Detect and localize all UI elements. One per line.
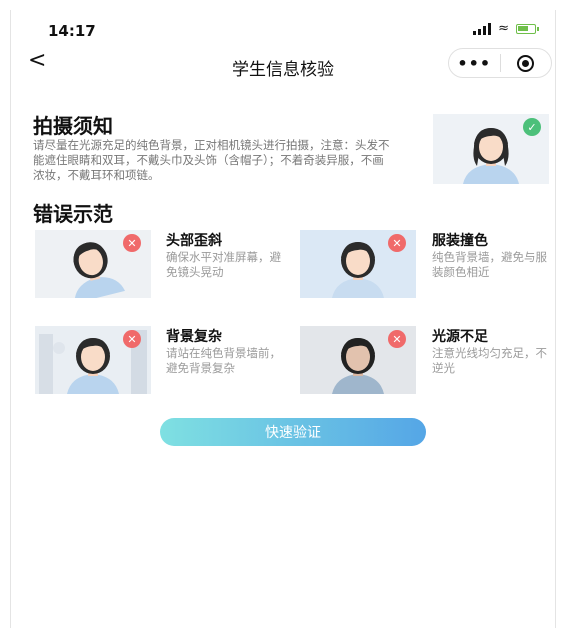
error-icon: ✕ bbox=[388, 234, 406, 252]
more-button[interactable]: ••• bbox=[449, 54, 500, 73]
signal-icon bbox=[473, 22, 492, 35]
status-time: 14:17 bbox=[48, 22, 96, 40]
notice-text: 请尽量在光源充足的纯色背景，正对相机镜头进行拍摄，注意：头发不能遮住眼睛和双耳，… bbox=[33, 138, 390, 182]
check-icon: ✓ bbox=[523, 118, 541, 136]
error-photo-clothing: ✕ bbox=[300, 230, 416, 298]
error-photo-background: ✕ bbox=[35, 326, 151, 394]
error-title-lighting: 光源不足 bbox=[432, 329, 488, 345]
error-desc-clothing: 纯色背景墙，避免与服装颜色相近 bbox=[432, 250, 547, 279]
close-button[interactable] bbox=[501, 54, 552, 72]
mini-program-capsule: ••• bbox=[448, 48, 552, 78]
quick-verify-button[interactable]: 快速验证 bbox=[160, 418, 426, 446]
phone-screen bbox=[10, 10, 556, 628]
status-icons: ≈ bbox=[473, 21, 539, 36]
error-desc-tilt: 确保水平对准屏幕，避免镜头晃动 bbox=[166, 250, 281, 279]
error-photo-lighting: ✕ bbox=[300, 326, 416, 394]
error-desc-background: 请站在纯色背景墙前，避免背景复杂 bbox=[166, 346, 281, 375]
error-desc-lighting: 注意光线均匀充足，不逆光 bbox=[432, 346, 547, 375]
error-photo-tilt: ✕ bbox=[35, 230, 151, 298]
battery-icon bbox=[516, 23, 539, 34]
error-icon: ✕ bbox=[123, 234, 141, 252]
error-icon: ✕ bbox=[123, 330, 141, 348]
error-icon: ✕ bbox=[388, 330, 406, 348]
errors-title: 错误示范 bbox=[33, 202, 113, 226]
correct-example-photo: ✓ bbox=[433, 114, 549, 184]
error-title-clothing: 服装撞色 bbox=[432, 233, 488, 249]
close-icon bbox=[517, 54, 535, 72]
notice-title: 拍摄须知 bbox=[33, 114, 113, 138]
error-title-background: 背景复杂 bbox=[166, 329, 222, 345]
wifi-icon: ≈ bbox=[498, 21, 509, 36]
error-title-tilt: 头部歪斜 bbox=[166, 233, 222, 249]
